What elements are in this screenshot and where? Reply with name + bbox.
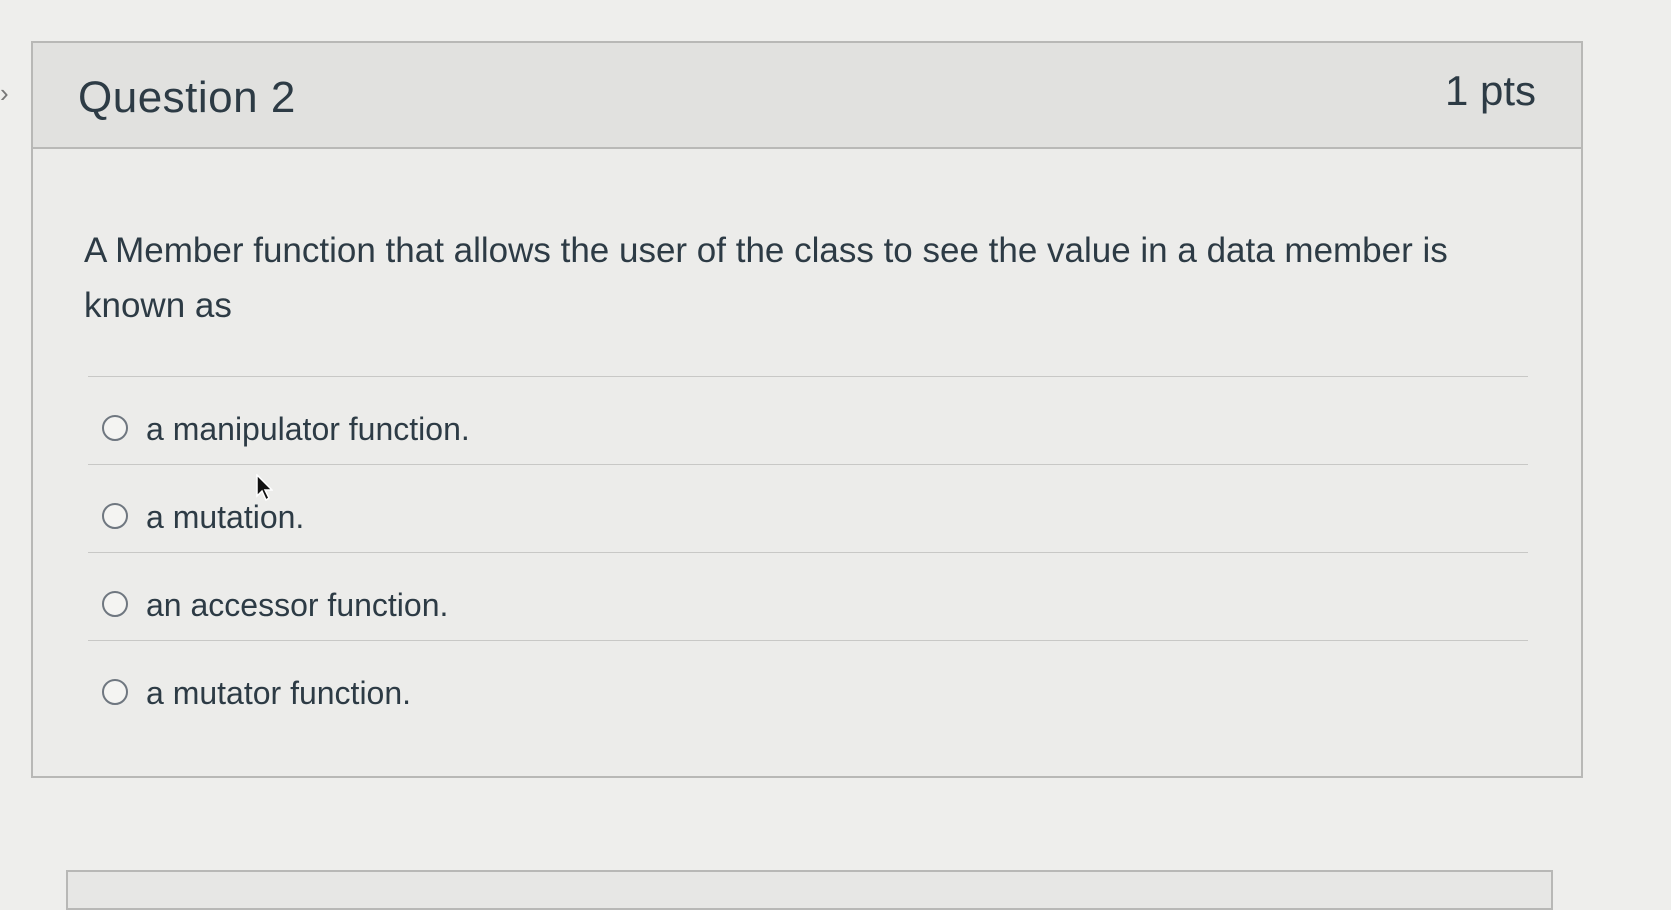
- answer-option-mutator[interactable]: a mutator function.: [88, 640, 1528, 728]
- question-text: A Member function that allows the user o…: [84, 231, 1448, 325]
- answer-option-mutation[interactable]: a mutation.: [88, 464, 1528, 552]
- mouse-pointer-icon: [256, 474, 273, 502]
- question-title: Question 2: [78, 73, 296, 122]
- radio-button[interactable]: [102, 503, 128, 529]
- answer-label[interactable]: a mutator function.: [146, 675, 411, 712]
- answer-option-manipulator[interactable]: a manipulator function.: [88, 376, 1528, 464]
- answer-list: a manipulator function. a mutation. an a…: [88, 376, 1528, 728]
- answer-option-accessor[interactable]: an accessor function.: [88, 552, 1528, 640]
- radio-button[interactable]: [102, 591, 128, 617]
- chevron-right-icon[interactable]: ›: [0, 78, 14, 108]
- question-points: 1 pts: [1444, 67, 1536, 114]
- next-question-card: [66, 870, 1553, 910]
- question-card: Question 2 1 pts A Member function that …: [31, 41, 1583, 778]
- question-header: Question 2 1 pts: [33, 43, 1581, 149]
- answer-label[interactable]: an accessor function.: [146, 587, 448, 624]
- radio-button[interactable]: [102, 415, 128, 441]
- answer-label[interactable]: a mutation.: [146, 499, 304, 536]
- answer-label[interactable]: a manipulator function.: [146, 411, 470, 448]
- radio-button[interactable]: [102, 679, 128, 705]
